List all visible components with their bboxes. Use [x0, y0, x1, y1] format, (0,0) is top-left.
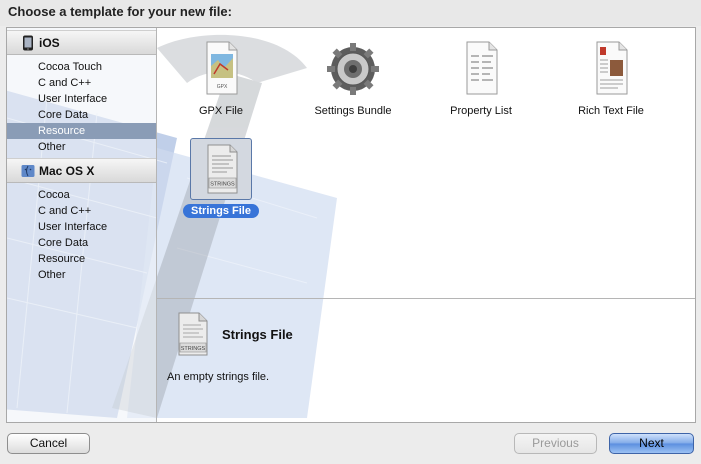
sidebar-item-cocoa[interactable]: Cocoa — [7, 187, 156, 203]
previous-button[interactable]: Previous — [514, 433, 597, 454]
template-rich-text-file[interactable]: Rich Text File — [551, 38, 671, 119]
template-property-list[interactable]: Property List — [421, 38, 541, 119]
sidebar-item-resource[interactable]: Resource — [7, 251, 156, 267]
strings-file-icon: STRINGS — [207, 144, 238, 194]
next-button[interactable]: Next — [609, 433, 694, 454]
gpx-icon-text: GPX — [217, 84, 228, 90]
template-label: Strings File — [183, 204, 259, 218]
strings-file-icon: STRINGS — [178, 312, 208, 356]
sidebar-item-other[interactable]: Other — [7, 139, 156, 155]
sidebar-item-c-and-cpp[interactable]: C and C++ — [7, 75, 156, 91]
property-list-icon — [466, 41, 498, 95]
detail-divider — [157, 298, 695, 299]
template-category-sidebar: iOS Cocoa Touch C and C++ User Interface… — [7, 28, 157, 422]
sidebar-item-resource[interactable]: Resource — [7, 123, 156, 139]
template-label: Property List — [450, 105, 512, 117]
sidebar-group-label: Mac OS X — [39, 164, 95, 178]
template-chooser-panel: iOS Cocoa Touch C and C++ User Interface… — [6, 27, 696, 423]
dialog-header: Choose a template for your new file: — [0, 0, 701, 26]
sidebar-item-core-data[interactable]: Core Data — [7, 235, 156, 251]
mac-os-x-icon — [21, 165, 35, 177]
settings-bundle-icon — [327, 43, 379, 95]
detail-title: Strings File — [222, 327, 293, 342]
strings-icon-text: STRINGS — [210, 182, 235, 188]
dialog-title: Choose a template for your new file: — [8, 4, 232, 19]
gpx-file-icon: GPX — [206, 41, 238, 95]
template-gpx-file[interactable]: GPX GPX File — [161, 38, 281, 119]
template-label: GPX File — [198, 105, 243, 117]
template-label: Rich Text File — [578, 105, 644, 117]
sidebar-group-ios[interactable]: iOS — [7, 30, 156, 55]
sidebar-item-user-interface[interactable]: User Interface — [7, 91, 156, 107]
template-settings-bundle[interactable]: Settings Bundle — [293, 38, 413, 119]
sidebar-group-label: iOS — [39, 36, 60, 50]
sidebar-group-mac-os-x[interactable]: Mac OS X — [7, 158, 156, 183]
sidebar-item-core-data[interactable]: Core Data — [7, 107, 156, 123]
cancel-button[interactable]: Cancel — [7, 433, 90, 454]
template-label: Settings Bundle — [314, 105, 392, 117]
iphone-icon — [23, 35, 33, 51]
detail-description: An empty strings file. — [167, 371, 270, 383]
detail-icon-text: STRINGS — [181, 346, 206, 352]
sidebar-item-c-and-cpp[interactable]: C and C++ — [7, 203, 156, 219]
sidebar-item-other[interactable]: Other — [7, 267, 156, 283]
template-strings-file[interactable]: STRINGS Strings File — [161, 138, 281, 219]
sidebar-item-user-interface[interactable]: User Interface — [7, 219, 156, 235]
sidebar-item-cocoa-touch[interactable]: Cocoa Touch — [7, 59, 156, 75]
rich-text-file-icon — [596, 41, 628, 95]
